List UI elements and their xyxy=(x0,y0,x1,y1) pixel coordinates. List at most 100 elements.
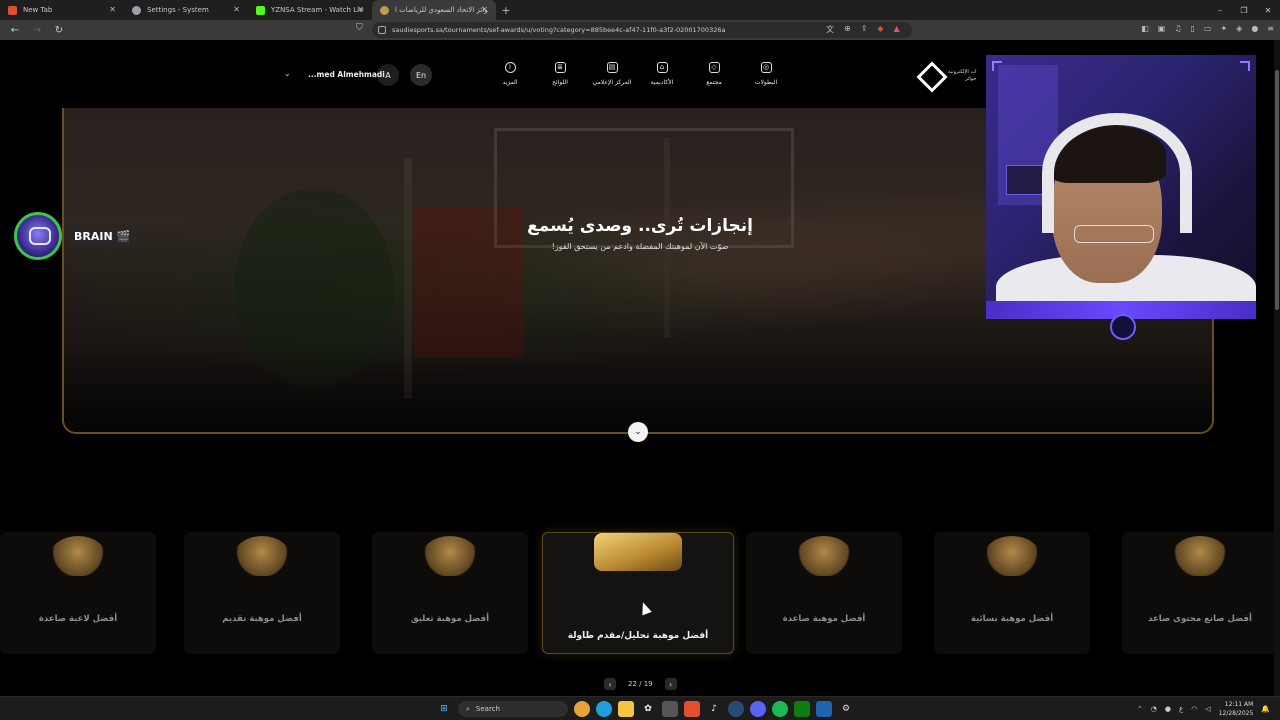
music-icon[interactable]: ♫ xyxy=(1174,24,1181,33)
brave-rewards-icon[interactable]: ▲ xyxy=(894,24,900,35)
media-icon: ▤ xyxy=(606,62,618,73)
chevron-down-icon[interactable]: ⌄ xyxy=(284,69,291,78)
menu-icon[interactable]: ≡ xyxy=(1267,24,1274,33)
nav-community[interactable]: ◇ مجتمع xyxy=(684,62,744,86)
edge-icon[interactable] xyxy=(596,701,612,717)
vpn-icon[interactable]: ◈ xyxy=(1236,24,1242,33)
translate-icon[interactable]: 文 xyxy=(826,24,834,35)
clock-time: 12:11 AM xyxy=(1224,701,1254,708)
community-icon: ◇ xyxy=(708,62,720,73)
category-label: أفضل لاعبة صاعدة xyxy=(38,614,118,624)
sef-logo[interactable]: ات الإلكترونية جوائز xyxy=(918,62,988,90)
settings-icon[interactable]: ⚙ xyxy=(838,701,854,717)
language-toggle-button[interactable]: En xyxy=(410,64,432,86)
category-carousel: أفضل لاعبة صاعدة أفضل موهبة تقديم أفضل م… xyxy=(0,532,1280,662)
close-tab-icon[interactable]: ✕ xyxy=(109,5,116,14)
webcam-overlay xyxy=(986,55,1256,319)
close-tab-icon[interactable]: ✕ xyxy=(481,5,488,14)
scroll-down-button[interactable]: ⌄ xyxy=(628,422,648,442)
scrollbar-thumb[interactable] xyxy=(1275,70,1279,310)
close-tab-icon[interactable]: ✕ xyxy=(233,5,240,14)
network-status-icon[interactable]: ◔ xyxy=(1151,705,1157,713)
chevron-up-icon[interactable]: ⌃ xyxy=(1137,705,1143,713)
close-window-button[interactable]: ✕ xyxy=(1256,0,1280,20)
notification-bell-icon[interactable]: 🔔 xyxy=(1261,705,1270,713)
restore-button[interactable]: ❐ xyxy=(1232,0,1256,20)
sidebar-icon[interactable]: ▯ xyxy=(1190,24,1194,33)
zoom-icon[interactable]: ⊕ xyxy=(844,24,851,35)
back-arrow-icon[interactable]: ← xyxy=(8,23,22,37)
brave-icon[interactable] xyxy=(684,701,700,717)
tab-settings[interactable]: Settings - System ✕ xyxy=(124,0,248,20)
spotify-icon[interactable] xyxy=(772,701,788,717)
category-card[interactable]: أفضل موهبة نسائية xyxy=(934,532,1090,654)
chrome-icon[interactable] xyxy=(574,701,590,717)
taskbar-apps: ⊞ ⌕ Search ✿ ♪ ⚙ xyxy=(436,701,854,717)
tab-title: Settings - System xyxy=(147,6,209,14)
site-info-icon[interactable] xyxy=(378,26,386,34)
system-tray: ⌃ ◔ ● ع ◠ ◁ 12:11 AM 12/28/2025 🔔 xyxy=(1137,700,1270,718)
store-icon[interactable] xyxy=(662,701,678,717)
taskbar-clock[interactable]: 12:11 AM 12/28/2025 xyxy=(1219,700,1254,718)
category-card-selected[interactable]: أفضل موهبة تحليل/مقدم طاولة xyxy=(542,532,734,654)
category-label: أفضل موهبة تحليل/مقدم طاولة xyxy=(567,631,709,641)
reload-icon[interactable]: ↻ xyxy=(52,23,66,37)
taskbar-search[interactable]: ⌕ Search xyxy=(458,701,568,717)
trophy-icon xyxy=(1172,536,1228,576)
windows-start-icon[interactable]: ⊞ xyxy=(436,701,452,717)
tab-kick-stream[interactable]: YZNSA Stream - Watch Live on Kick ✕ xyxy=(248,0,372,20)
close-tab-icon[interactable]: ✕ xyxy=(357,5,364,14)
share-icon[interactable]: ⇪ xyxy=(861,24,868,35)
streamer-overlay: BRAIN 🎬 xyxy=(14,212,137,260)
volume-icon[interactable]: ◁ xyxy=(1205,705,1210,713)
address-bar-actions: 文 ⊕ ⇪ ◆ ▲ xyxy=(826,24,900,35)
sef-logo-mark-icon xyxy=(918,65,944,87)
trophy-icon xyxy=(234,536,290,576)
steam-icon[interactable] xyxy=(728,701,744,717)
profile-icon[interactable]: ● xyxy=(1251,24,1258,33)
xbox-icon[interactable] xyxy=(794,701,810,717)
language-indicator[interactable]: ع xyxy=(1179,705,1183,713)
extension-icon[interactable]: ▣ xyxy=(1158,24,1166,33)
streamer-name-text: BRAIN xyxy=(74,229,113,243)
bookmark-icon[interactable]: ⛉ xyxy=(356,23,363,33)
brave-favicon-icon xyxy=(8,5,17,15)
forward-arrow-icon[interactable]: → xyxy=(30,23,44,37)
file-explorer-icon[interactable] xyxy=(618,701,634,717)
category-label: أفضل صانع محتوى صاعد xyxy=(1148,614,1252,624)
microphone-icon[interactable]: ♪ xyxy=(706,701,722,717)
nav-media-center[interactable]: ▤ المركز الإعلامي xyxy=(582,62,642,86)
wallet-icon[interactable]: ▭ xyxy=(1204,24,1212,33)
page-scrollbar[interactable] xyxy=(1274,40,1280,696)
new-tab-button[interactable]: + xyxy=(496,0,516,20)
category-card[interactable]: أفضل صانع محتوى صاعد xyxy=(1122,532,1278,654)
category-label: أفضل موهبة صاعدة xyxy=(782,614,866,624)
trophy-icon xyxy=(984,536,1040,576)
extension-icon[interactable]: ◧ xyxy=(1141,24,1149,33)
streamer-avatar xyxy=(14,212,62,260)
streamer-name: BRAIN 🎬 xyxy=(68,226,137,246)
mic-tray-icon[interactable]: ● xyxy=(1165,705,1171,713)
brave-shield-icon[interactable]: ◆ xyxy=(877,24,883,35)
obs-icon[interactable] xyxy=(816,701,832,717)
puzzle-icon[interactable]: ✦ xyxy=(1220,24,1227,33)
nav-more[interactable]: i المزيد xyxy=(480,62,540,86)
discord-icon[interactable] xyxy=(750,701,766,717)
gamepad-icon: ◎ xyxy=(760,62,772,73)
url-text[interactable]: saudiesports.sa/tournaments/sef-awards/u… xyxy=(392,26,725,34)
chatgpt-icon[interactable]: ✿ xyxy=(640,701,656,717)
extensions-toolbar: ◧ ▣ ♫ ▯ ▭ ✦ ◈ ● ≡ xyxy=(1141,24,1274,33)
tab-sef-awards[interactable]: جوائز الاتحاد السعودي للرياضات ا... ✕ xyxy=(372,0,496,20)
username-label[interactable]: ...med Almehmadi xyxy=(308,70,385,79)
category-card[interactable]: أفضل موهبة صاعدة xyxy=(746,532,902,654)
category-card[interactable]: أفضل موهبة تعليق xyxy=(372,532,528,654)
previous-page-button[interactable]: ‹ xyxy=(604,678,616,690)
minimize-button[interactable]: – xyxy=(1208,0,1232,20)
next-page-button[interactable]: › xyxy=(664,678,677,690)
nav-tournaments[interactable]: ◎ البطولات xyxy=(736,62,796,86)
overlay-emblem-icon xyxy=(1110,314,1136,340)
category-card[interactable]: أفضل موهبة تقديم xyxy=(184,532,340,654)
wifi-icon[interactable]: ◠ xyxy=(1191,705,1197,713)
category-card[interactable]: أفضل لاعبة صاعدة xyxy=(0,532,156,654)
tab-new-tab[interactable]: New Tab ✕ xyxy=(0,0,124,20)
